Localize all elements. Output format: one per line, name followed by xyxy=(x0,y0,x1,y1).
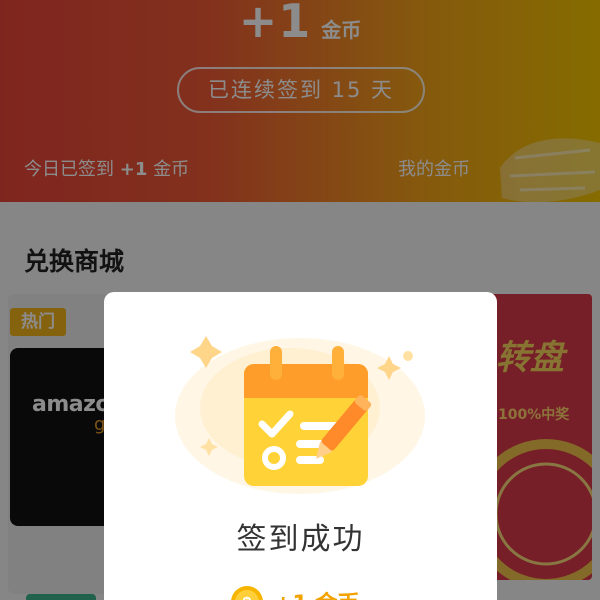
reward-amount: +1 金币 xyxy=(274,586,359,600)
calendar-check-icon xyxy=(175,336,425,494)
dialog-title: 签到成功 xyxy=(236,522,365,557)
coin-icon: $ xyxy=(231,586,263,600)
svg-text:$: $ xyxy=(243,595,252,600)
checkin-success-dialog: 签到成功 $ +1 金币 xyxy=(104,292,497,600)
reward-row: $ +1 金币 xyxy=(230,582,359,600)
